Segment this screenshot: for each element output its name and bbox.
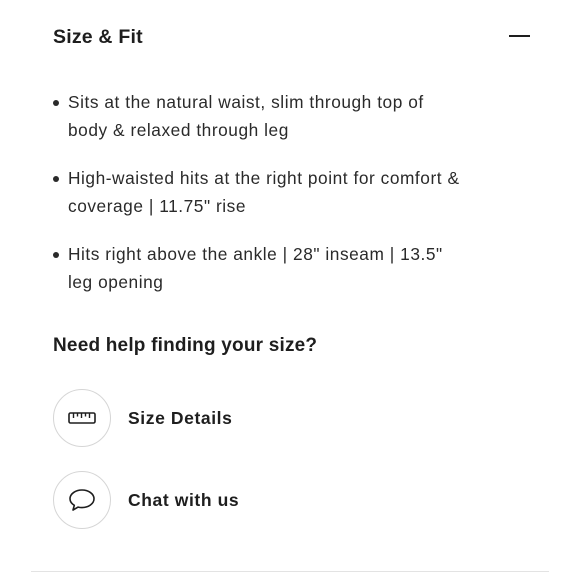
size-fit-header[interactable]: Size & Fit [53, 22, 530, 54]
fit-detail-line: coverage | 11.75" rise [68, 196, 247, 216]
fit-detail-line: High-waisted hits at the right point for… [68, 168, 460, 188]
size-details-label: Size Details [128, 408, 233, 428]
chat-with-us-link[interactable]: Chat with us [53, 471, 353, 531]
fit-detail-line: Sits at the natural waist, slim through … [68, 92, 424, 112]
fit-detail-line: leg opening [68, 272, 164, 292]
chat-with-us-label: Chat with us [128, 490, 240, 510]
chat-icon-circle [53, 471, 111, 529]
bullet-icon [53, 252, 59, 258]
collapse-toggle[interactable] [504, 22, 530, 54]
fit-details-list: Sits at the natural waist, slim through … [53, 88, 523, 316]
fit-detail-line: body & relaxed through leg [68, 120, 289, 140]
size-details-link[interactable]: Size Details [53, 389, 353, 449]
bullet-icon [53, 176, 59, 182]
fit-detail-item: Hits right above the ankle | 28" inseam … [53, 240, 523, 296]
fit-detail-item: High-waisted hits at the right point for… [53, 164, 523, 220]
bullet-icon [53, 100, 59, 106]
fit-detail-line: Hits right above the ankle | 28" inseam … [68, 244, 443, 264]
minus-icon [509, 35, 530, 37]
help-heading: Need help finding your size? [53, 335, 318, 356]
fit-detail-item: Sits at the natural waist, slim through … [53, 88, 523, 144]
size-details-icon-circle [53, 389, 111, 447]
ruler-icon [68, 412, 96, 424]
section-title: Size & Fit [53, 26, 143, 48]
chat-bubble-icon [69, 489, 95, 511]
section-divider [31, 571, 549, 572]
